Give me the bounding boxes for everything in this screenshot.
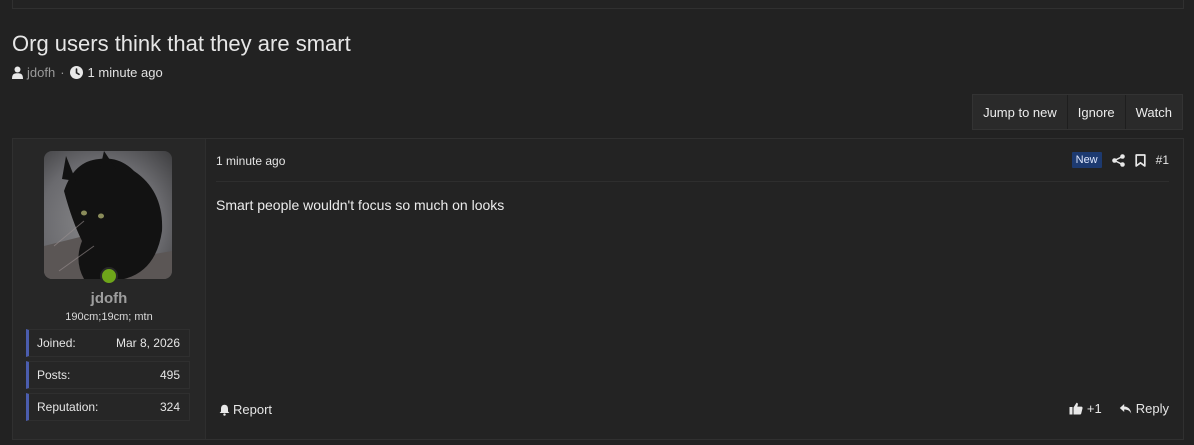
like-button[interactable]: +1 (1069, 401, 1102, 416)
stat-value: 324 (159, 400, 180, 414)
share-icon[interactable] (1111, 153, 1125, 167)
stat-reputation: Reputation: 324 (26, 393, 190, 421)
ignore-button[interactable]: Ignore (1066, 95, 1125, 129)
online-status-indicator (100, 267, 118, 285)
reply-label: Reply (1135, 401, 1169, 416)
user-icon (12, 66, 23, 79)
watch-button[interactable]: Watch (1124, 95, 1182, 129)
thread-actions: Jump to new Ignore Watch (972, 94, 1183, 130)
stat-label: Reputation: (37, 400, 99, 414)
stat-value[interactable]: 495 (160, 368, 180, 382)
avatar[interactable] (44, 151, 172, 279)
post-user-panel: jdofh 190cm;19cm; mtn Joined: Mar 8, 202… (13, 139, 206, 439)
bookmark-icon[interactable] (1134, 153, 1146, 167)
post: jdofh 190cm;19cm; mtn Joined: Mar 8, 202… (12, 138, 1184, 440)
stat-joined: Joined: Mar 8, 2026 (26, 329, 190, 357)
meta-separator: · (60, 65, 65, 80)
post-time[interactable]: 1 minute ago (216, 154, 285, 168)
user-title: 190cm;19cm; mtn (65, 311, 153, 323)
stat-posts: Posts: 495 (26, 361, 190, 389)
stat-label: Joined: (37, 336, 76, 350)
reply-button[interactable]: Reply (1119, 401, 1169, 416)
report-button[interactable]: Report (219, 402, 272, 417)
top-strip (12, 0, 1184, 9)
thread-time[interactable]: 1 minute ago (88, 65, 163, 80)
reaction-count: +1 (1086, 401, 1102, 416)
post-number[interactable]: #1 (1156, 153, 1169, 167)
thread-meta: jdofh · 1 minute ago (12, 65, 163, 80)
thumbs-up-icon (1069, 402, 1083, 415)
post-header-actions: New #1 (1071, 152, 1169, 168)
clock-icon (69, 66, 83, 79)
stat-label: Posts: (37, 368, 71, 382)
post-body: Smart people wouldn't focus so much on l… (216, 197, 505, 213)
post-content: 1 minute ago New #1 Smart people wouldn'… (206, 139, 1183, 439)
post-footer-actions: +1 Reply (1069, 401, 1169, 416)
jump-to-new-button[interactable]: Jump to new (973, 95, 1067, 129)
new-badge: New (1071, 152, 1102, 168)
reply-icon (1119, 403, 1132, 415)
header-divider (216, 181, 1169, 182)
stat-value: Mar 8, 2026 (115, 336, 180, 350)
thread-title: Org users think that they are smart (12, 31, 351, 56)
bell-icon (219, 404, 230, 416)
thread-author[interactable]: jdofh (27, 65, 55, 80)
report-label: Report (233, 402, 273, 417)
post-username[interactable]: jdofh (13, 290, 205, 307)
